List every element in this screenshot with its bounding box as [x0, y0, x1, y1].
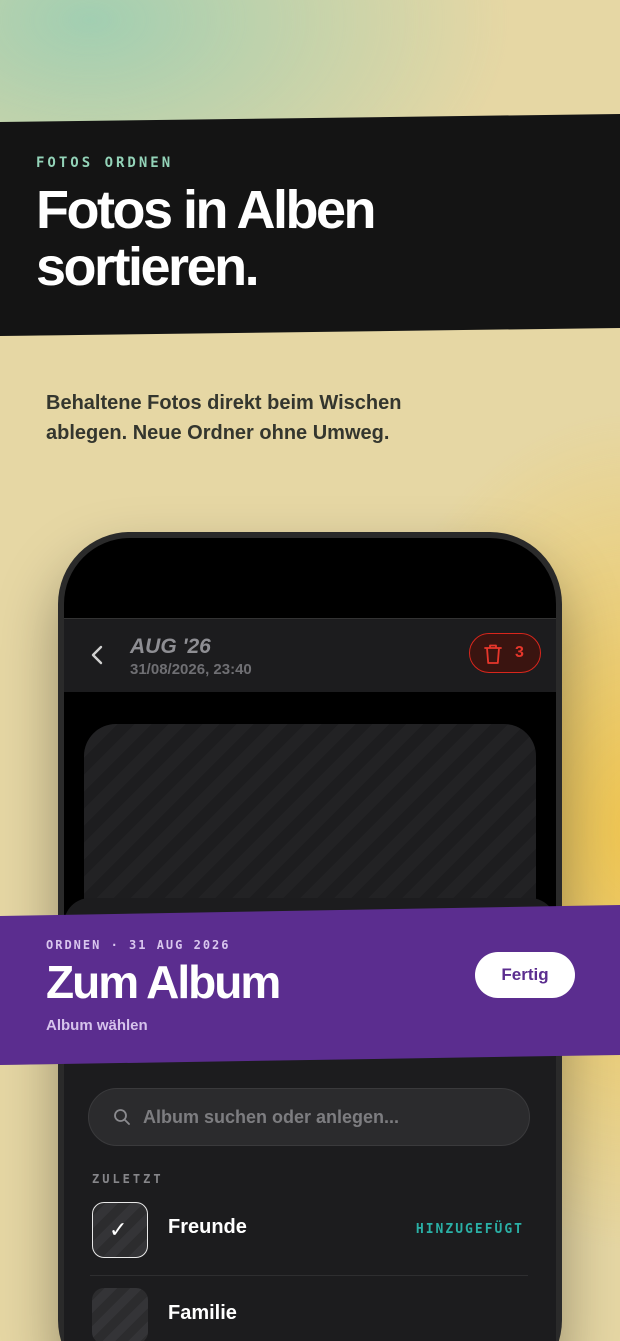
done-button[interactable]: Fertig	[475, 952, 575, 998]
checkmark-icon: ✓	[109, 1217, 128, 1242]
app-header: AUG '26 31/08/2026, 23:40 3	[64, 618, 556, 692]
album-thumbnail	[92, 1288, 148, 1341]
sheet-header-banner: ORDNEN · 31 AUG 2026 Zum Album Album wäh…	[0, 905, 620, 1065]
search-icon	[114, 1109, 130, 1125]
month-title: AUG '26	[130, 635, 211, 658]
album-search-bar[interactable]	[88, 1088, 530, 1146]
album-row-freunde[interactable]: ✓ Freunde HINZUGEFÜGT	[90, 1200, 528, 1276]
intro-description: Behaltene Fotos direkt beim Wischen able…	[46, 392, 402, 444]
eyebrow-label: FOTOS ORDNEN	[36, 155, 174, 171]
sheet-title: Zum Album	[46, 956, 281, 1008]
page-headline: Fotos in Alben sortieren.	[36, 180, 376, 297]
album-search-input[interactable]	[143, 1089, 513, 1145]
trash-icon	[484, 644, 502, 664]
photo-timestamp: 31/08/2026, 23:40	[130, 661, 252, 678]
back-button[interactable]	[84, 641, 112, 669]
sheet-subtitle: Album wählen	[46, 1017, 148, 1034]
trash-button[interactable]: 3	[469, 633, 541, 673]
album-thumbnail: ✓	[92, 1202, 148, 1258]
trash-count-badge: 3	[515, 644, 524, 661]
sheet-eyebrow: ORDNEN · 31 AUG 2026	[46, 938, 231, 952]
chevron-left-icon	[91, 645, 103, 665]
album-name: Familie	[168, 1302, 237, 1324]
headline-banner: FOTOS ORDNEN Fotos in Alben sortieren.	[0, 114, 620, 336]
recent-section-label: ZULETZT	[92, 1172, 164, 1186]
album-name: Freunde	[168, 1216, 247, 1238]
album-row-familie[interactable]: Familie	[90, 1286, 528, 1341]
album-added-status: HINZUGEFÜGT	[415, 1222, 524, 1237]
